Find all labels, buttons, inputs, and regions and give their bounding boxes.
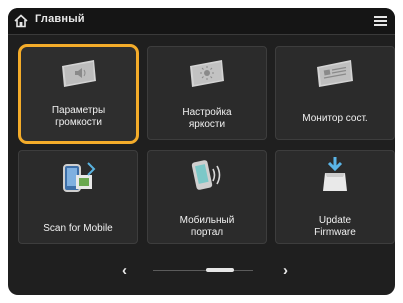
home-icon[interactable] [13,13,29,29]
tile-mobile-portal-label: Мобильный портал [179,215,235,238]
tile-mobile-portal[interactable]: Мобильный портал [147,150,267,244]
tile-status-monitor-label: Монитор сост. [302,113,368,124]
tile-status-monitor[interactable]: Монитор сост. [275,46,395,140]
tile-brightness-settings-label: Настройка яркости [182,107,232,130]
volume-settings-icon [61,60,96,87]
tile-volume-settings[interactable]: Параметры громкости [18,44,139,144]
tile-update-firmware-label: Update Firmware [314,215,356,238]
device-screen: Главный Параметры громкости Настройка яр… [8,8,395,295]
status-monitor-icon [317,60,353,87]
tile-brightness-settings[interactable]: Настройка яркости [147,46,267,140]
scan-for-mobile-icon [63,162,96,192]
tile-scan-for-mobile[interactable]: Scan for Mobile [18,150,138,244]
page-title: Главный [35,13,85,25]
menu-icon[interactable] [374,15,387,27]
brightness-settings-icon [190,60,224,87]
mobile-portal-icon [191,160,221,190]
tile-volume-settings-label: Параметры громкости [51,105,106,128]
update-firmware-icon [323,157,347,191]
pager-indicator [206,268,234,272]
pager-track [153,270,253,271]
tile-scan-for-mobile-label: Scan for Mobile [43,223,113,234]
tile-update-firmware[interactable]: Update Firmware [275,150,395,244]
pager-prev-button[interactable]: ‹ [122,262,127,279]
pager-next-button[interactable]: › [283,262,288,279]
header-bar: Главный [8,8,395,35]
